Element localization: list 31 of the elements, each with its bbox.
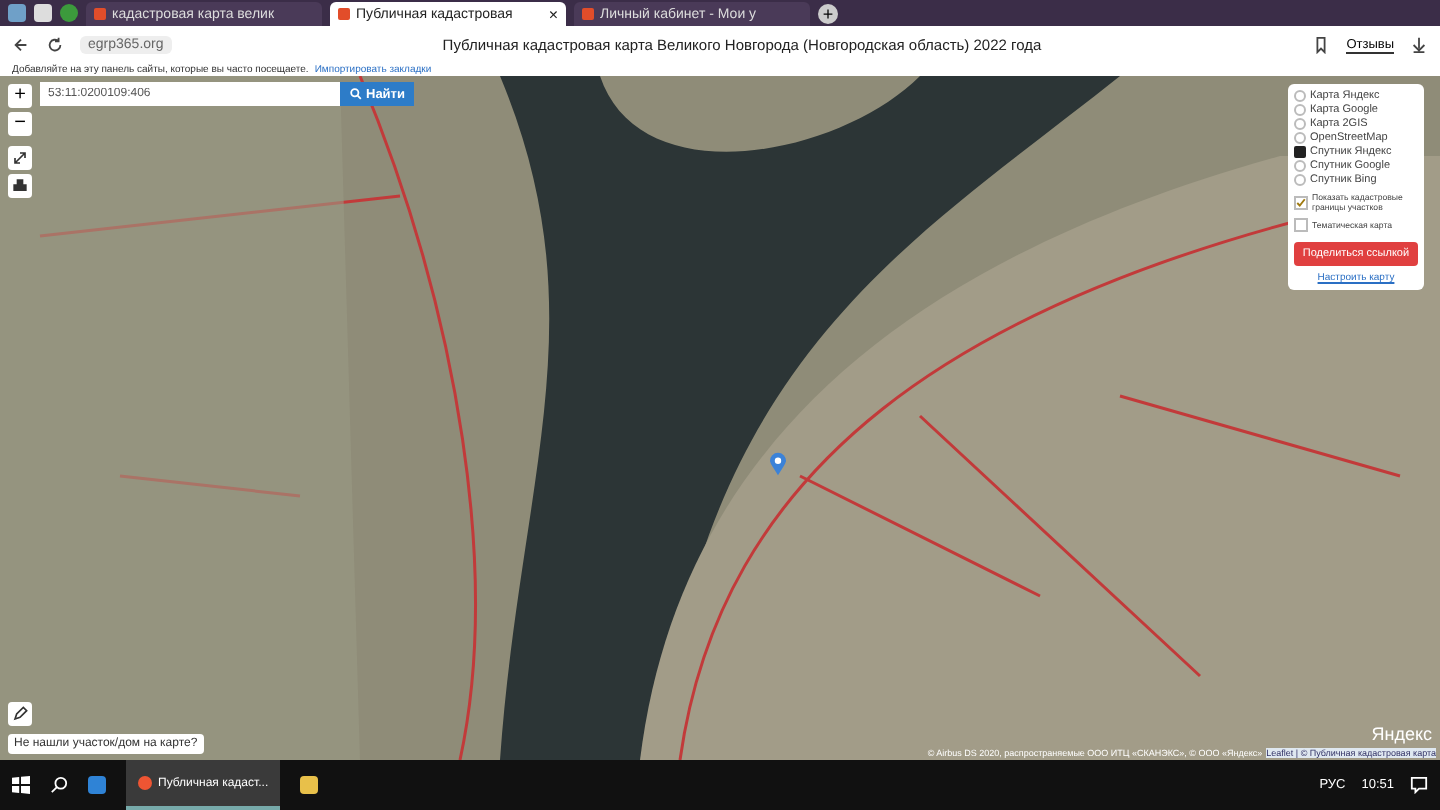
pencil-icon[interactable]	[8, 702, 32, 726]
back-icon[interactable]	[12, 36, 30, 54]
zoom-in-button[interactable]: +	[8, 84, 32, 108]
bookmark-icon[interactable]	[1312, 36, 1331, 54]
radio-button[interactable]	[1294, 132, 1306, 144]
download-icon[interactable]	[1410, 36, 1428, 54]
favicon-icon	[582, 8, 594, 20]
tab-close-button[interactable]: ×	[548, 5, 558, 23]
new-tab-button[interactable]: +	[818, 4, 838, 24]
favicon-icon	[94, 8, 106, 20]
search-icon[interactable]	[50, 776, 68, 794]
map-pin-icon[interactable]	[770, 452, 786, 476]
radio-button[interactable]	[1294, 90, 1306, 102]
radio-button[interactable]	[1294, 160, 1306, 172]
radio-button[interactable]	[1294, 118, 1306, 130]
radio-button[interactable]	[1294, 174, 1306, 186]
page-icon[interactable]	[34, 4, 52, 22]
checkbox[interactable]	[1294, 218, 1308, 232]
search-icon	[350, 88, 362, 100]
windows-start-icon[interactable]	[12, 776, 30, 794]
notification-icon[interactable]	[1410, 776, 1428, 794]
zoom-out-button[interactable]: −	[8, 112, 32, 136]
printer-icon[interactable]	[8, 174, 32, 198]
checkmark-icon	[1296, 197, 1306, 207]
radio-button[interactable]	[1294, 104, 1306, 116]
checkbox[interactable]	[1294, 195, 1308, 209]
fullscreen-icon[interactable]	[8, 146, 32, 170]
yandex-logo: Яндекс	[1371, 724, 1432, 744]
favicon-icon	[338, 8, 350, 20]
radio-button[interactable]	[1294, 146, 1306, 158]
refresh-icon[interactable]	[46, 36, 64, 54]
